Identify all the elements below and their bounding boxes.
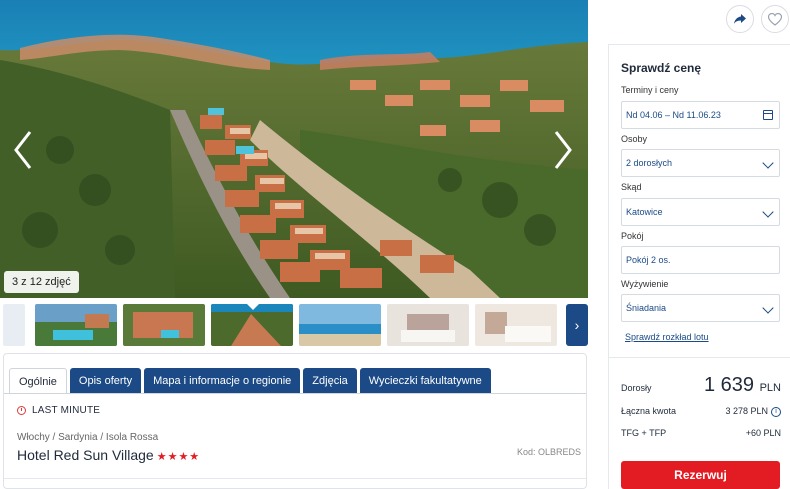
panel-title: Sprawdź cenę xyxy=(621,61,702,75)
thumbnail-strip xyxy=(0,304,588,346)
departure-label: Skąd xyxy=(621,182,642,192)
offer-code: Kod: OLBREDS xyxy=(517,447,582,457)
thumbnail[interactable] xyxy=(387,304,469,346)
thumbnail[interactable] xyxy=(299,304,381,346)
favorite-button[interactable] xyxy=(761,5,789,33)
hotel-title: Hotel Red Sun Village ★★★★ xyxy=(17,447,200,463)
fees-row: TFG + TFP +60 PLN xyxy=(621,428,781,438)
departure-select[interactable]: Katowice xyxy=(621,198,780,226)
breadcrumb: Włochy / Sardynia / Isola Rossa xyxy=(17,432,159,443)
total-label: Łączna kwota xyxy=(621,406,677,416)
fees-value: +60 PLN xyxy=(745,428,781,438)
chevron-left-icon[interactable] xyxy=(10,128,36,172)
share-button[interactable] xyxy=(726,5,754,33)
room-field[interactable]: Pokój 2 os. xyxy=(621,246,780,274)
info-icon[interactable]: i xyxy=(771,406,781,417)
tab-map-region[interactable]: Mapa i informacje o regionie xyxy=(144,368,301,394)
book-button[interactable]: Rezerwuj xyxy=(621,461,780,489)
chevron-right-icon[interactable] xyxy=(550,128,576,172)
thumbnail-active[interactable] xyxy=(211,304,293,346)
dates-label: Terminy i ceny xyxy=(621,85,679,95)
board-value: Śniadania xyxy=(626,303,667,313)
board-label: Wyżywienie xyxy=(621,279,669,289)
chevron-down-icon xyxy=(762,206,774,218)
adult-price-row: Dorosły 1 639 PLN xyxy=(621,374,781,396)
total-value: 3 278 PLN xyxy=(725,406,768,416)
flight-schedule-link[interactable]: Sprawdź rozkład lotu xyxy=(625,332,709,342)
tab-general[interactable]: Ogólnie xyxy=(9,368,67,394)
thumbnail[interactable] xyxy=(475,304,557,346)
fees-label: TFG + TFP xyxy=(621,428,667,438)
tab-offer-description[interactable]: Opis oferty xyxy=(69,368,142,394)
adult-label: Dorosły xyxy=(621,383,652,393)
photo-counter: 3 z 12 zdjęć xyxy=(4,271,79,293)
offer-page: 3 z 12 zdjęć › Ogólnie Opis oferty Mapa … xyxy=(0,0,790,489)
adult-price-value: 1 639 xyxy=(703,374,755,396)
board-select[interactable]: Śniadania xyxy=(621,294,780,322)
share-icon xyxy=(734,14,746,24)
persons-label: Osoby xyxy=(621,134,648,144)
persons-value: 2 dorosłych xyxy=(626,158,673,168)
hotel-name: Hotel Red Sun Village xyxy=(17,447,154,463)
price-panel: Sprawdź cenę Terminy i ceny Nd 04.06 – N… xyxy=(608,44,790,489)
clock-icon xyxy=(17,406,26,415)
star-rating: ★★★★ xyxy=(156,451,201,463)
panel-divider xyxy=(609,357,790,358)
dates-field[interactable]: Nd 04.06 – Nd 11.06.23 xyxy=(621,101,780,129)
card-divider xyxy=(4,478,586,479)
total-row: Łączna kwota 3 278 PLN i xyxy=(621,406,781,417)
last-minute-label: LAST MINUTE xyxy=(32,405,101,416)
calendar-icon xyxy=(763,110,773,120)
tab-excursions[interactable]: Wycieczki fakultatywne xyxy=(359,368,491,394)
total-amount: 3 278 PLN i xyxy=(725,406,781,417)
room-label: Pokój xyxy=(621,231,644,241)
last-minute-badge: LAST MINUTE xyxy=(17,405,100,416)
main-photo[interactable]: 3 z 12 zdjęć xyxy=(0,0,588,298)
departure-value: Katowice xyxy=(626,207,663,217)
room-value: Pokój 2 os. xyxy=(626,255,671,265)
aerial-resort-photo xyxy=(0,0,588,298)
offer-tabs: Ogólnie Opis oferty Mapa i informacje o … xyxy=(9,368,491,394)
hotel-info-card: Ogólnie Opis oferty Mapa i informacje o … xyxy=(3,353,587,489)
chevron-down-icon xyxy=(762,302,774,314)
chevron-down-icon xyxy=(762,157,774,169)
currency: PLN xyxy=(759,382,781,394)
persons-select[interactable]: 2 dorosłych xyxy=(621,149,780,177)
thumbnail[interactable] xyxy=(123,304,205,346)
thumbnail[interactable] xyxy=(35,304,117,346)
chevron-right-icon: › xyxy=(574,317,580,333)
thumbnail[interactable] xyxy=(3,304,25,346)
thumbnails-next-button[interactable]: › xyxy=(566,304,588,346)
adult-price: 1 639 PLN xyxy=(704,374,781,397)
heart-icon xyxy=(768,12,782,26)
tab-photos[interactable]: Zdjęcia xyxy=(303,368,357,394)
dates-value: Nd 04.06 – Nd 11.06.23 xyxy=(626,110,721,120)
tabs-divider xyxy=(4,393,586,394)
